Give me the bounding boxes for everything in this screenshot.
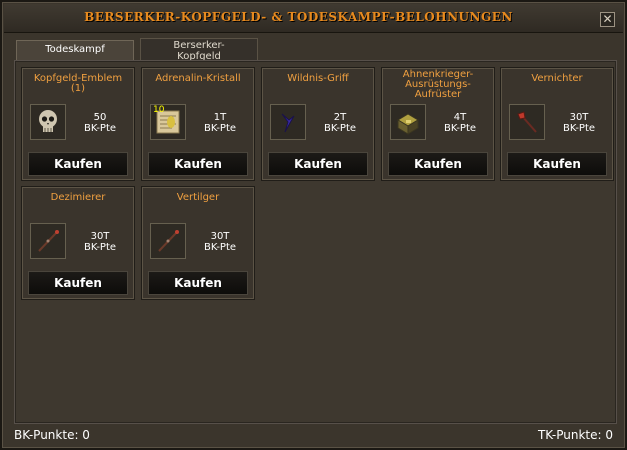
item-name: Vertilger xyxy=(176,192,220,203)
item-price: 4T BK-Pte xyxy=(443,112,477,134)
item-price: 30T BK-Pte xyxy=(203,231,237,253)
buy-button[interactable]: Kaufen xyxy=(148,271,248,295)
tab-todeskampf[interactable]: Todeskampf xyxy=(16,40,134,62)
stack-count: 10 xyxy=(153,105,165,115)
buy-button[interactable]: Kaufen xyxy=(268,152,368,176)
reward-card-ahnenkrieger-aufruester: Ahnenkrieger- Ausrüstungs- Aufrüster 4T … xyxy=(381,67,495,181)
staff-icon xyxy=(30,223,66,259)
tk-points-label: TK-Punkte: 0 xyxy=(537,428,613,442)
window-title: BERSERKER-KOPFGELD- & TODESKAMPF-BELOHNU… xyxy=(84,10,513,24)
item-name: Adrenalin-Kristall xyxy=(155,73,241,84)
reward-card-adrenalin-kristall: Adrenalin-Kristall 10 1T BK-Pte Kaufen xyxy=(141,67,255,181)
item-price: 50 BK-Pte xyxy=(83,112,117,134)
tab-berserker-kopfgeld[interactable]: Berserker- Kopfgeld xyxy=(140,38,258,62)
item-name: Dezimierer xyxy=(50,192,106,203)
axe-icon xyxy=(509,104,545,140)
buy-button[interactable]: Kaufen xyxy=(28,271,128,295)
reward-card-vernichter: Vernichter 30T BK-Pte Kaufen xyxy=(500,67,614,181)
close-button[interactable]: ✕ xyxy=(600,12,615,27)
chest-icon xyxy=(390,104,426,140)
buy-button[interactable]: Kaufen xyxy=(148,152,248,176)
buy-button[interactable]: Kaufen xyxy=(28,152,128,176)
rewards-panel: Kopfgeld-Emblem (1) 50 BK-Pte Kaufen Adr… xyxy=(14,60,617,424)
claw-icon xyxy=(270,104,306,140)
scroll-icon: 10 xyxy=(150,104,186,140)
item-price: 30T BK-Pte xyxy=(83,231,117,253)
skull-icon xyxy=(30,104,66,140)
item-name: Wildnis-Griff xyxy=(287,73,349,84)
item-name: Vernichter xyxy=(531,73,583,84)
bk-points-label: BK-Punkte: 0 xyxy=(14,428,90,442)
item-name: Ahnenkrieger- Ausrüstungs- Aufrüster xyxy=(402,69,474,100)
item-price: 30T BK-Pte xyxy=(562,112,596,134)
rewards-window: BERSERKER-KOPFGELD- & TODESKAMPF-BELOHNU… xyxy=(0,0,627,450)
item-price: 2T BK-Pte xyxy=(323,112,357,134)
staff-icon xyxy=(150,223,186,259)
item-price: 1T BK-Pte xyxy=(203,112,237,134)
title-bar: BERSERKER-KOPFGELD- & TODESKAMPF-BELOHNU… xyxy=(4,4,623,33)
reward-card-dezimierer: Dezimierer 30T BK-Pte Kaufen xyxy=(21,186,135,300)
buy-button[interactable]: Kaufen xyxy=(507,152,607,176)
buy-button[interactable]: Kaufen xyxy=(388,152,488,176)
reward-card-vertilger: Vertilger 30T BK-Pte Kaufen xyxy=(141,186,255,300)
reward-card-wildnis-griff: Wildnis-Griff 2T BK-Pte Kaufen xyxy=(261,67,375,181)
item-name: Kopfgeld-Emblem (1) xyxy=(33,73,123,94)
reward-card-kopfgeld-emblem: Kopfgeld-Emblem (1) 50 BK-Pte Kaufen xyxy=(21,67,135,181)
